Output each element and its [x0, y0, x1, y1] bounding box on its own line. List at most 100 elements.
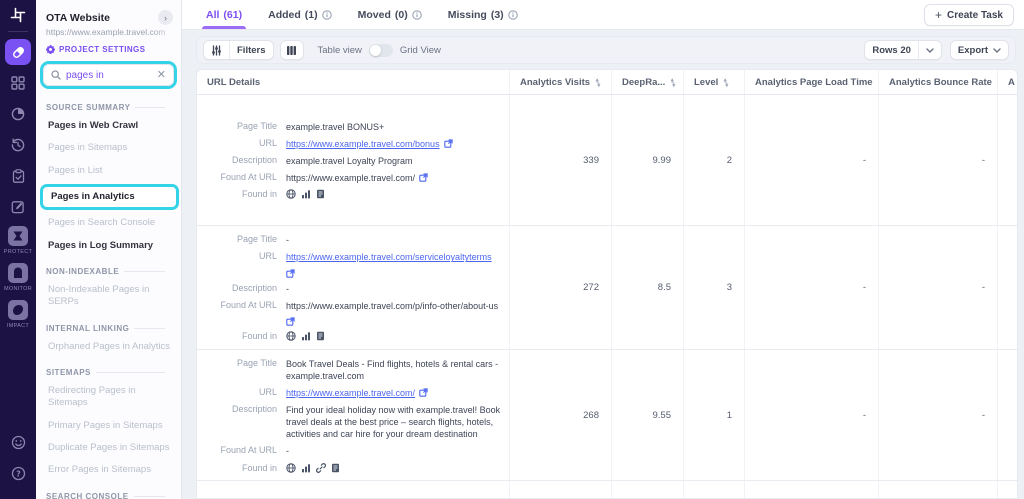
- url-link[interactable]: https://www.example.travel.com/: [286, 387, 415, 399]
- analyze-icon[interactable]: [5, 39, 31, 65]
- url-details-cell: Page Title example.travel BONUS+ URL https:…: [197, 95, 510, 225]
- external-link-icon[interactable]: [419, 388, 428, 397]
- project-settings-link[interactable]: PROJECT SETTINGS: [36, 37, 181, 54]
- sidebar-item-pages-in-analytics[interactable]: Pages in Analytics: [40, 184, 179, 211]
- cell-analytics-bounce-rate: -: [879, 95, 998, 225]
- column-header-analytics-bounce-rate[interactable]: Analytics Bounce Rate: [879, 70, 998, 94]
- search-highlight-box: ✕: [40, 61, 177, 89]
- detail-label-found-at-url: Found At URL: [220, 445, 277, 456]
- column-header-analytics-visits[interactable]: Analytics Visits: [510, 70, 612, 94]
- column-label: Analytics Visits: [520, 77, 591, 88]
- external-link-icon[interactable]: [443, 139, 453, 148]
- column-header-analytics-page-load-time[interactable]: Analytics Page Load Time: [745, 70, 879, 94]
- export-button[interactable]: Export: [949, 40, 1009, 60]
- protect-nav[interactable]: PROTECT: [4, 225, 32, 258]
- detail-label-page-title: Page Title: [236, 120, 277, 131]
- analytics-icon[interactable]: [301, 463, 311, 473]
- monitor-nav[interactable]: MONITOR: [4, 262, 32, 295]
- sidebar-section-title: INTERNAL LINKING: [36, 318, 181, 336]
- column-header-level[interactable]: Level: [684, 70, 745, 94]
- sidebar-item-pages-in-web-crawl[interactable]: Pages in Web Crawl: [36, 115, 181, 137]
- sort-icon[interactable]: [722, 78, 729, 87]
- web-crawl-icon[interactable]: [286, 331, 296, 341]
- sidebar-section-non-indexable: NON-INDEXABLE Non-Indexable Pages in SERP…: [36, 259, 181, 316]
- edit-square-icon[interactable]: [5, 194, 31, 220]
- column-header-deepra[interactable]: DeepRa...: [612, 70, 684, 94]
- cell-analytics-bounce-rate: -: [879, 350, 998, 480]
- sidebar-item-pages-in-list[interactable]: Pages in List: [36, 160, 181, 182]
- tab-moved[interactable]: Moved (0): [358, 0, 422, 29]
- sidebar-search[interactable]: ✕: [43, 64, 174, 86]
- app-window: PROTECT MONITOR IMPACT ? OTA Website › h…: [0, 0, 1024, 499]
- create-task-button[interactable]: + Create Task: [924, 4, 1014, 26]
- apps-grid-icon[interactable]: [5, 70, 31, 96]
- analytics-icon[interactable]: [301, 189, 311, 199]
- url-link[interactable]: https://www.example.travel.com/servicelo…: [286, 251, 492, 263]
- view-toggle-switch[interactable]: [368, 43, 393, 57]
- tab-all[interactable]: All (61): [201, 0, 247, 29]
- tab-label: Missing: [447, 8, 487, 21]
- sidebar-section-internal-linking: INTERNAL LINKING Orphaned Pages in Analyt…: [36, 316, 181, 360]
- external-link-icon[interactable]: [419, 173, 428, 182]
- sidebar-item-non-indexable-pages-in-serps[interactable]: Non-Indexable Pages in SERPs: [36, 279, 181, 314]
- export-label: Export: [957, 44, 988, 56]
- filters-button[interactable]: Filters: [203, 40, 274, 60]
- sidebar-item-error-pages-in-sitemaps[interactable]: Error Pages in Sitemaps: [36, 459, 181, 481]
- table-view-label: Table view: [317, 44, 362, 56]
- sidebar-item-duplicate-pages-in-sitemaps[interactable]: Duplicate Pages in Sitemaps: [36, 437, 181, 459]
- sidebar-item-pages-in-search-console[interactable]: Pages in Search Console: [36, 212, 181, 234]
- empty-cell: [197, 481, 510, 498]
- sort-icon[interactable]: [594, 78, 601, 87]
- cell-analytics-visits: 339: [510, 95, 612, 225]
- table-row: Page Title example.travel BONUS+ URL https:…: [197, 95, 1017, 226]
- log-icon[interactable]: [316, 189, 325, 199]
- rows-per-page-button[interactable]: Rows 20: [864, 40, 942, 60]
- link-icon[interactable]: [316, 462, 326, 473]
- detail-value: Book Travel Deals - Find flights, hotels…: [286, 358, 499, 381]
- project-expand-button[interactable]: ›: [158, 10, 173, 25]
- help-icon[interactable]: ?: [5, 460, 31, 486]
- icon-rail: PROTECT MONITOR IMPACT ?: [0, 0, 36, 499]
- sidebar-item-orphaned-pages-in-analytics[interactable]: Orphaned Pages in Analytics: [36, 336, 181, 358]
- clear-search-icon[interactable]: ✕: [157, 69, 166, 81]
- sidebar-item-redirecting-pages-in-sitemaps[interactable]: Redirecting Pages in Sitemaps: [36, 380, 181, 415]
- detail-label-found-at-url: Found At URL: [220, 172, 277, 183]
- sort-icon[interactable]: [669, 78, 676, 87]
- info-icon[interactable]: [321, 9, 332, 20]
- column-label: Analytics Page Load Time: [755, 77, 873, 88]
- clipboard-icon[interactable]: [5, 163, 31, 189]
- detail-value: -: [286, 446, 289, 457]
- columns-button[interactable]: [279, 40, 304, 60]
- sidebar-item-pages-in-sitemaps[interactable]: Pages in Sitemaps: [36, 137, 181, 159]
- empty-cell: [684, 481, 745, 498]
- plus-icon: +: [935, 7, 943, 22]
- web-crawl-icon[interactable]: [286, 189, 296, 199]
- tab-added[interactable]: Added (1): [268, 0, 332, 29]
- external-link-icon[interactable]: [286, 317, 295, 326]
- sidebar-section-title: SOURCE SUMMARY: [36, 97, 181, 115]
- pie-chart-icon[interactable]: [5, 101, 31, 127]
- filter-sliders-icon: [212, 44, 221, 56]
- gear-icon: [46, 45, 55, 54]
- tab-missing[interactable]: Missing (3): [448, 0, 518, 29]
- history-icon[interactable]: [5, 132, 31, 158]
- search-input[interactable]: [66, 69, 152, 81]
- tab-bar: All (61) Added (1) Moved (0) Missing (3) + Crea…: [182, 0, 1024, 30]
- external-link-icon[interactable]: [286, 268, 295, 278]
- log-icon[interactable]: [316, 331, 325, 341]
- web-crawl-icon[interactable]: [286, 462, 296, 473]
- detail-value: https://www.example.travel.com/p/info-ot…: [286, 300, 499, 311]
- lumar-logo-icon[interactable]: [10, 7, 26, 23]
- info-icon[interactable]: [411, 9, 422, 20]
- url-link[interactable]: https://www.example.travel.com/bonus: [286, 138, 440, 150]
- cell-analytics-page-load-time: -: [745, 226, 879, 349]
- log-icon[interactable]: [331, 463, 340, 473]
- cell-deepra: 9.99: [612, 95, 684, 225]
- analytics-icon[interactable]: [301, 331, 311, 341]
- impact-nav[interactable]: IMPACT: [7, 299, 29, 332]
- feedback-smiley-icon[interactable]: [5, 429, 31, 455]
- info-icon[interactable]: [507, 9, 518, 20]
- detail-label-url: URL: [258, 386, 277, 397]
- sidebar-item-pages-in-log-summary[interactable]: Pages in Log Summary: [36, 235, 181, 257]
- sidebar-item-primary-pages-in-sitemaps[interactable]: Primary Pages in Sitemaps: [36, 415, 181, 437]
